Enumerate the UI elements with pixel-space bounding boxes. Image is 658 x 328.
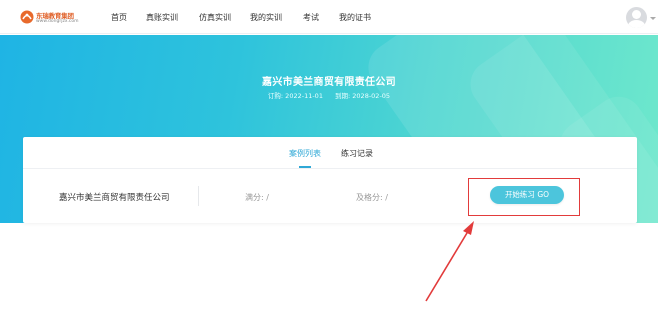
case-company-name: 嘉兴市美兰商贸有限责任公司	[59, 193, 170, 203]
logo-subtitle: www.dongrjzx.com	[36, 19, 79, 24]
start-practice-button[interactable]: 开始练习 GO	[490, 186, 564, 204]
nav-item-exam[interactable]: 考试	[303, 12, 319, 23]
tab-case-list[interactable]: 案例列表	[289, 148, 321, 159]
tab-active-indicator	[299, 166, 311, 168]
nav-item-my-training[interactable]: 我的实训	[250, 12, 282, 23]
order-date: 订购: 2022-11-01	[267, 92, 323, 100]
tab-practice-records[interactable]: 练习记录	[341, 148, 373, 159]
chevron-down-icon[interactable]	[650, 17, 656, 20]
nav-item-simulation[interactable]: 仿真实训	[199, 12, 231, 23]
user-avatar-icon[interactable]	[626, 7, 647, 28]
pass-score: 及格分: /	[356, 193, 388, 202]
top-navbar: 东瑞教育集团 www.dongrjzx.com 首页 真账实训 仿真实训 我的实…	[0, 0, 658, 34]
nav-item-home[interactable]: 首页	[111, 12, 127, 23]
page: 东瑞教育集团 www.dongrjzx.com 首页 真账实训 仿真实训 我的实…	[0, 0, 658, 328]
nav-item-real-accounts[interactable]: 真账实训	[146, 12, 178, 23]
nav-item-my-certificates[interactable]: 我的证书	[339, 12, 371, 23]
banner-dates: 订购: 2022-11-01 到期: 2028-02-05	[0, 90, 658, 100]
brand-logo[interactable]: 东瑞教育集团 www.dongrjzx.com	[20, 9, 80, 27]
logo-mark-icon	[20, 10, 34, 24]
divider	[198, 186, 199, 206]
full-score: 满分: /	[245, 193, 269, 202]
case-tabs: 案例列表 练习记录	[23, 137, 637, 169]
expire-date: 到期: 2028-02-05	[335, 92, 391, 100]
banner-title: 嘉兴市美兰商贸有限责任公司	[262, 77, 396, 88]
